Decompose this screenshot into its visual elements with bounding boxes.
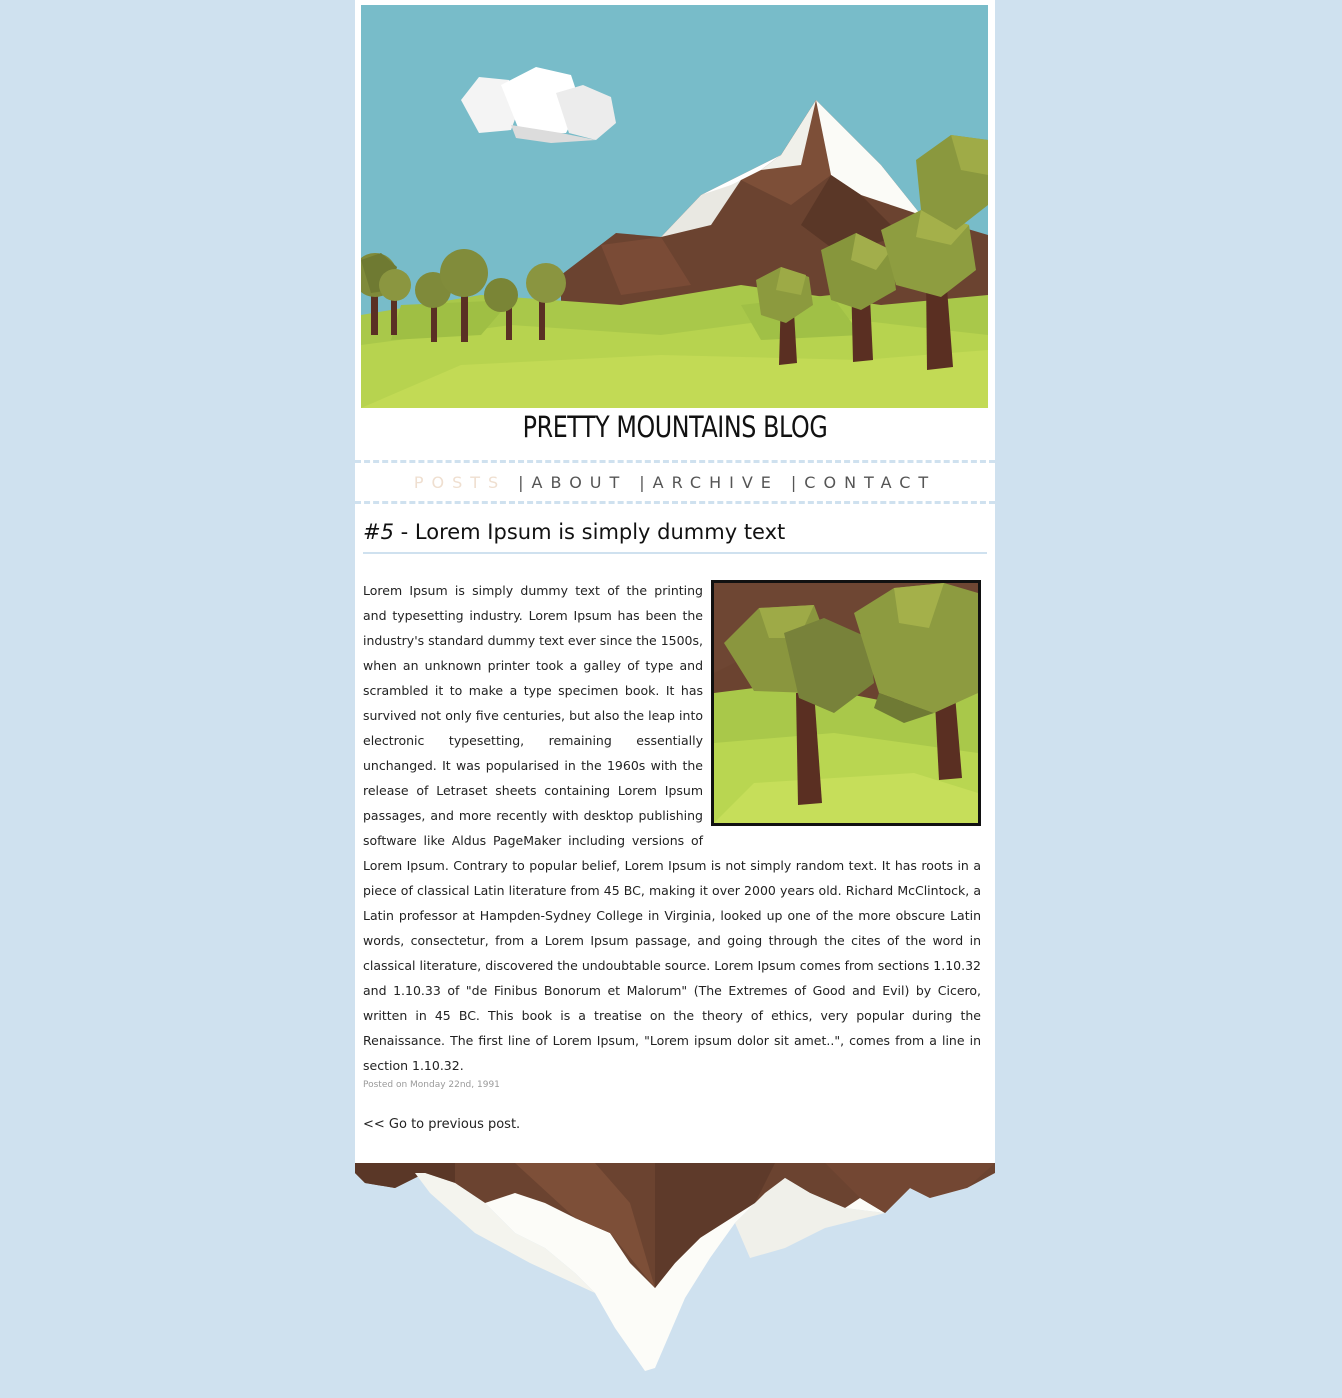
- nav-separator: |: [639, 472, 645, 492]
- header-image: [361, 5, 988, 408]
- footer-mountain-graphic: [355, 1163, 1015, 1378]
- nav-item-about[interactable]: ABOUT: [532, 473, 628, 492]
- previous-post-link[interactable]: << Go to previous post.: [363, 1117, 520, 1132]
- post-number: #5: [363, 520, 394, 544]
- main-nav: POSTS | ABOUT | ARCHIVE | CONTACT: [355, 460, 995, 504]
- post-title: #5 - Lorem Ipsum is simply dummy text: [363, 520, 987, 554]
- post-image: [711, 580, 981, 826]
- post-title-text: Lorem Ipsum is simply dummy text: [414, 520, 786, 544]
- nav-item-contact[interactable]: CONTACT: [804, 473, 936, 492]
- nav-item-posts[interactable]: POSTS: [414, 473, 506, 492]
- page: PRETTY MOUNTAINS BLOG POSTS | ABOUT | AR…: [0, 0, 1342, 1398]
- post-date: Posted on Monday 22nd, 1991: [363, 1080, 500, 1090]
- post-title-dash: -: [393, 520, 415, 544]
- blog-card: PRETTY MOUNTAINS BLOG POSTS | ABOUT | AR…: [355, 0, 995, 1165]
- nav-item-archive[interactable]: ARCHIVE: [653, 473, 779, 492]
- post-body: Lorem Ipsum is simply dummy text of the …: [363, 578, 981, 1078]
- nav-separator: |: [518, 472, 524, 492]
- nav-separator: |: [790, 472, 797, 492]
- blog-title: PRETTY MOUNTAINS BLOG: [522, 410, 828, 444]
